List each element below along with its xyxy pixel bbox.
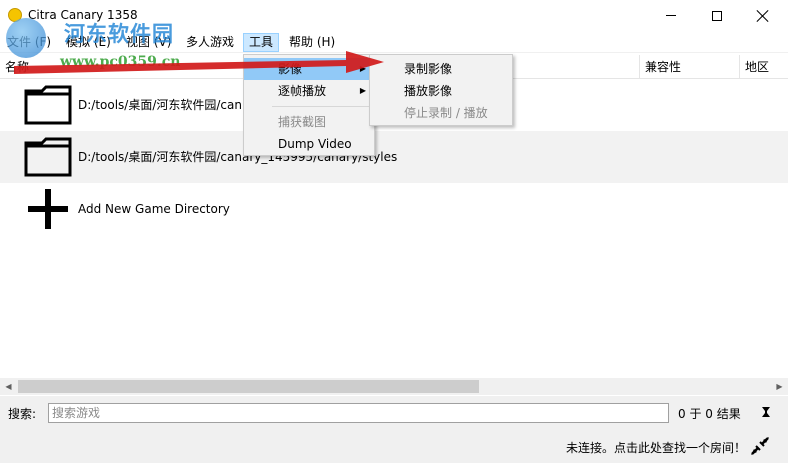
title-bar: Citra Canary 1358	[0, 0, 788, 31]
minimize-button[interactable]	[648, 0, 694, 31]
menu-item-label: 捕获截图	[278, 115, 327, 129]
folder-icon	[24, 85, 72, 125]
add-game-directory[interactable]: Add New Game Directory	[0, 183, 788, 235]
plus-icon	[28, 189, 68, 229]
menu-item-label: 逐帧播放	[278, 84, 327, 98]
network-icon[interactable]	[750, 436, 770, 456]
scroll-right-icon[interactable]: ▶	[771, 378, 788, 395]
menu-item-frame-advance[interactable]: 逐帧播放 ▶	[244, 80, 374, 102]
menu-bar: 文件 (F) 模拟 (E) 视图 (V) 多人游戏 工具 帮助 (H)	[0, 31, 788, 53]
search-input[interactable]	[48, 403, 669, 423]
column-name[interactable]: 名称	[0, 55, 29, 79]
submenu-arrow-icon: ▶	[359, 64, 366, 73]
menu-item-stop-movie[interactable]: 停止录制 / 播放	[370, 102, 512, 124]
menu-multiplayer[interactable]: 多人游戏	[181, 33, 239, 52]
menu-emulation[interactable]: 模拟 (E)	[61, 33, 116, 52]
directory-path: D:/tools/桌面/河东软件园/can	[78, 98, 242, 112]
menu-view[interactable]: 视图 (V)	[121, 33, 176, 52]
citra-logo-icon	[8, 8, 22, 22]
column-compatibility[interactable]: 兼容性	[640, 55, 681, 79]
menu-item-dump-video[interactable]: Dump Video	[244, 133, 374, 155]
network-status-text[interactable]: 未连接。点击此处查找一个房间！	[566, 439, 746, 456]
folder-icon	[24, 137, 72, 177]
video-submenu: 录制影像 播放影像 停止录制 / 播放	[369, 54, 513, 126]
search-bar: 搜索: 0 于 0 结果	[0, 396, 788, 430]
scrollbar-thumb[interactable]	[18, 380, 479, 393]
maximize-icon	[712, 10, 722, 21]
maximize-button[interactable]	[694, 0, 740, 31]
menu-item-label: Dump Video	[278, 137, 352, 151]
menu-help[interactable]: 帮助 (H)	[284, 33, 340, 52]
close-button[interactable]	[740, 0, 786, 31]
clear-filter-icon[interactable]	[760, 405, 772, 419]
menu-separator	[272, 106, 372, 107]
menu-item-play-movie[interactable]: 播放影像	[370, 80, 512, 102]
menu-tools[interactable]: 工具	[243, 33, 280, 52]
window-title: Citra Canary 1358	[28, 8, 138, 22]
status-bar: 未连接。点击此处查找一个房间！	[0, 430, 788, 463]
tools-menu: 影像 ▶ 逐帧播放 ▶ 捕获截图 Dump Video	[243, 54, 375, 156]
menu-item-label: 影像	[278, 62, 303, 76]
menu-item-label: 播放影像	[404, 84, 453, 98]
list-item[interactable]: D:/tools/桌面/河东软件园/canary_145995/canary/s…	[0, 131, 788, 183]
menu-item-video[interactable]: 影像 ▶	[244, 58, 374, 80]
search-label: 搜索:	[8, 407, 37, 421]
horizontal-scrollbar[interactable]: ◀ ▶	[0, 378, 788, 395]
menu-item-record-movie[interactable]: 录制影像	[370, 58, 512, 80]
menu-item-label: 停止录制 / 播放	[404, 106, 488, 120]
menu-item-capture-screenshot[interactable]: 捕获截图	[244, 111, 374, 133]
scroll-left-icon[interactable]: ◀	[0, 378, 17, 395]
minimize-icon	[666, 15, 676, 16]
close-icon	[757, 10, 769, 22]
add-directory-label: Add New Game Directory	[78, 202, 230, 216]
column-region[interactable]: 地区	[740, 55, 769, 79]
menu-item-label: 录制影像	[404, 62, 453, 76]
search-result-count: 0 于 0 结果	[678, 407, 741, 421]
menu-file[interactable]: 文件 (F)	[2, 33, 56, 52]
submenu-arrow-icon: ▶	[359, 86, 366, 95]
